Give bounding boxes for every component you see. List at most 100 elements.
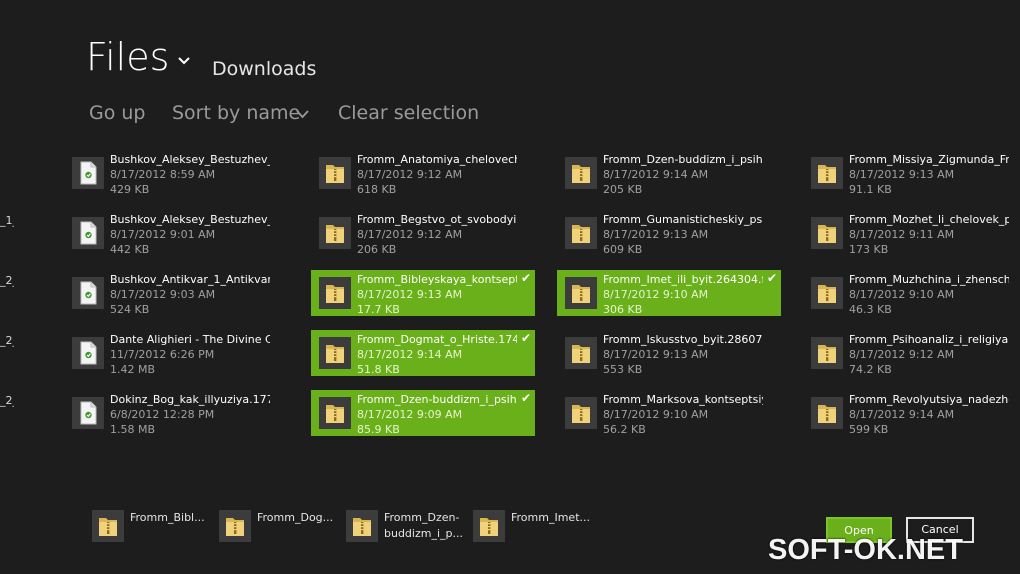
file-thumbnail <box>565 217 597 249</box>
current-folder-name[interactable]: Downloads <box>212 58 316 80</box>
file-tile[interactable]: Bushkov_Antikvar_1_Antikvar_122... 8/17/2… <box>64 270 288 316</box>
go-up-button[interactable]: Go up <box>89 102 146 124</box>
file-tile[interactable]: Dante Alighieri - The Divine Com... 11/7/… <box>64 330 288 376</box>
file-thumbnail <box>811 217 843 249</box>
file-thumbnail <box>319 277 351 309</box>
folder-zip-icon <box>818 405 836 423</box>
file-size: 46.3 KB <box>849 303 892 316</box>
file-name: Fromm_Begstvo_ot_svobodyi.22.... <box>357 213 517 226</box>
folder-zip-icon <box>226 518 244 536</box>
file-date: 8/17/2012 9:13 AM <box>603 228 709 241</box>
file-name: Fromm_Dzen-buddizm_i_psihoa... <box>603 153 763 166</box>
file-name: Fromm_Iskusstvo_byit.286079.fb... <box>603 333 763 346</box>
clear-selection-button[interactable]: Clear selection <box>338 102 479 124</box>
basket-item[interactable]: Fromm_Imet... <box>473 508 597 544</box>
folder-zip-icon <box>326 165 344 183</box>
file-info: Fromm_Anatomiya_chelovechesk... 8/17/2012… <box>357 152 517 197</box>
file-tile[interactable]: Fromm_Missiya_Zigmunda_Freyd... 8/17/2012… <box>803 150 1020 196</box>
file-info: Fromm_Imet_ili_byit.264304.fb2... 8/17/20… <box>603 272 763 317</box>
file-date: 8/17/2012 9:13 AM <box>603 348 709 361</box>
file-date: 8/17/2012 9:12 AM <box>357 228 463 241</box>
file-tile[interactable]: Fromm_Anatomiya_chelovechesk... 8/17/2012… <box>311 150 535 196</box>
folder-zip-icon <box>480 518 498 536</box>
clipped-file-name[interactable]: _2_N... <box>0 274 14 287</box>
file-tile[interactable]: Fromm_Dzen-buddizm_i_psihoa... 8/17/2012 … <box>311 390 535 436</box>
file-tile[interactable]: Fromm_Begstvo_ot_svobodyi.22.... 8/17/201… <box>311 210 535 256</box>
document-icon <box>80 281 97 305</box>
basket-item[interactable]: Fromm_Dog... <box>219 508 343 544</box>
file-size: 205 KB <box>603 183 643 196</box>
file-tile[interactable]: Fromm_Dogmat_o_Hriste.17449.... 8/17/2012… <box>311 330 535 376</box>
file-size: 51.8 KB <box>357 363 400 376</box>
chevron-down-icon[interactable] <box>176 55 192 67</box>
checkmark-icon: ✔ <box>766 271 777 285</box>
chevron-down-icon[interactable] <box>296 110 309 119</box>
folder-zip-icon <box>818 165 836 183</box>
folder-zip-icon <box>326 405 344 423</box>
file-size: 1.42 MB <box>110 363 156 376</box>
file-tile[interactable]: Fromm_Revolyutsiya_nadezhdyi.... 8/17/201… <box>803 390 1020 436</box>
folder-zip-icon <box>326 225 344 243</box>
basket-item[interactable]: Fromm_Bibl... <box>92 508 216 544</box>
file-name: Fromm_Dogmat_o_Hriste.17449.... <box>357 333 517 346</box>
folder-zip-icon <box>572 285 590 303</box>
file-info: Fromm_Mozhet_li_chelovek_preo... 8/17/201… <box>849 212 1009 257</box>
file-name: Bushkov_Aleksey_Bestuzhev_4_K... <box>110 213 270 226</box>
file-date: 8/17/2012 9:13 AM <box>357 288 463 301</box>
file-tile[interactable]: Bushkov_Aleksey_Bestuzhev_3_S... 8/17/201… <box>64 150 288 196</box>
file-thumbnail <box>319 397 351 429</box>
basket-item-name: Fromm_Dog... <box>257 511 334 524</box>
file-tile[interactable]: Bushkov_Aleksey_Bestuzhev_4_K... 8/17/201… <box>64 210 288 256</box>
file-thumbnail <box>811 337 843 369</box>
file-name: Dokinz_Bog_kak_illyuziya.177351.... <box>110 393 270 406</box>
file-size: 17.7 KB <box>357 303 400 316</box>
clipped-file-name[interactable]: _2_N... <box>0 334 14 347</box>
file-thumbnail <box>72 277 104 309</box>
folder-zip-icon <box>572 165 590 183</box>
file-info: Dokinz_Bog_kak_illyuziya.177351.... 6/8/2… <box>110 392 270 437</box>
document-icon <box>80 161 97 185</box>
file-size: 618 KB <box>357 183 397 196</box>
file-thumbnail <box>72 157 104 189</box>
file-tile[interactable]: Fromm_Dzen-buddizm_i_psihoa... 8/17/2012 … <box>557 150 781 196</box>
file-info: Fromm_Muzhchina_i_zhenschina... 8/17/2012… <box>849 272 1009 317</box>
file-date: 8/17/2012 9:14 AM <box>849 408 955 421</box>
folder-zip-icon <box>818 225 836 243</box>
checkmark-icon: ✔ <box>520 331 531 345</box>
file-size: 609 KB <box>603 243 643 256</box>
file-tile[interactable]: Fromm_Gumanisticheskiy_psihoa... 8/17/201… <box>557 210 781 256</box>
file-tile[interactable]: Dokinz_Bog_kak_illyuziya.177351.... 6/8/2… <box>64 390 288 436</box>
clipped-file-name[interactable]: _1_Di... <box>0 214 14 227</box>
sort-by-name-button[interactable]: Sort by name <box>172 102 300 124</box>
basket-item-name: Fromm_Bibl... <box>130 511 205 524</box>
file-info: Fromm_Dzen-buddizm_i_psihoa... 8/17/2012 … <box>603 152 763 197</box>
file-tile[interactable]: Fromm_Psihoanaliz_i_religiya.174... 8/17/… <box>803 330 1020 376</box>
file-tile[interactable]: Fromm_Iskusstvo_byit.286079.fb... 8/17/20… <box>557 330 781 376</box>
clipped-file-name[interactable]: _2_N... <box>0 394 14 407</box>
file-thumbnail <box>72 397 104 429</box>
file-name: Fromm_Muzhchina_i_zhenschina... <box>849 273 1009 286</box>
basket-item[interactable]: Fromm_Dzen-buddizm_i_p... <box>346 508 470 544</box>
file-date: 8/17/2012 9:10 AM <box>603 408 709 421</box>
file-size: 91.1 KB <box>849 183 892 196</box>
file-tile[interactable]: Fromm_Imet_ili_byit.264304.fb2... 8/17/20… <box>557 270 781 316</box>
file-tile[interactable]: Fromm_Muzhchina_i_zhenschina... 8/17/2012… <box>803 270 1020 316</box>
file-tile[interactable]: Fromm_Marksova_kontseptsiya_... 8/17/2012… <box>557 390 781 436</box>
folder-zip-icon <box>353 518 371 536</box>
basket-thumbnail <box>473 510 505 542</box>
file-thumbnail <box>565 157 597 189</box>
file-name: Bushkov_Antikvar_1_Antikvar_122... <box>110 273 270 286</box>
file-info: Fromm_Dzen-buddizm_i_psihoa... 8/17/2012 … <box>357 392 517 437</box>
file-info: Fromm_Psihoanaliz_i_religiya.174... 8/17/… <box>849 332 1009 377</box>
file-tile[interactable]: Fromm_Bibleyskaya_kontseptsiya... 8/17/20… <box>311 270 535 316</box>
basket-thumbnail <box>219 510 251 542</box>
file-size: 173 KB <box>849 243 889 256</box>
basket-thumbnail <box>92 510 124 542</box>
file-thumbnail <box>72 217 104 249</box>
file-size: 74.2 KB <box>849 363 892 376</box>
folder-zip-icon <box>326 345 344 363</box>
file-info: Dante Alighieri - The Divine Com... 11/7/… <box>110 332 270 377</box>
file-tile[interactable]: Fromm_Mozhet_li_chelovek_preo... 8/17/201… <box>803 210 1020 256</box>
file-date: 8/17/2012 9:01 AM <box>110 228 216 241</box>
file-thumbnail <box>319 217 351 249</box>
